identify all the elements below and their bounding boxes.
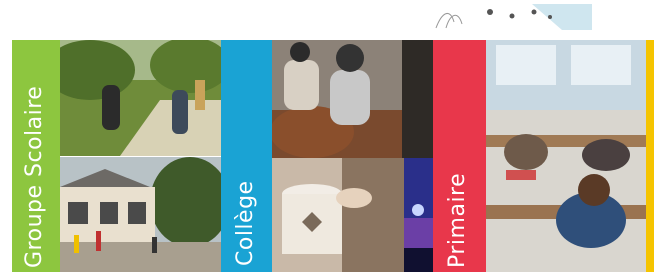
classroom-photo <box>486 40 646 272</box>
concert-photo <box>404 158 433 272</box>
accent-strip-right <box>646 40 654 272</box>
top-logo-illustration <box>432 4 592 30</box>
students-walking-photo <box>60 40 221 156</box>
section-label-groupe-scolaire: Groupe Scolaire <box>22 85 47 268</box>
section-groupe-scolaire[interactable]: Groupe Scolaire <box>12 40 60 272</box>
section-label-primaire: Primaire <box>445 172 470 268</box>
horse-riding-photo <box>272 40 433 158</box>
section-primaire[interactable]: Primaire <box>433 40 486 272</box>
section-college[interactable]: Collège <box>221 40 272 272</box>
drum-photo <box>272 158 404 272</box>
school-building-photo <box>60 157 221 272</box>
section-label-college: Collège <box>233 180 258 266</box>
